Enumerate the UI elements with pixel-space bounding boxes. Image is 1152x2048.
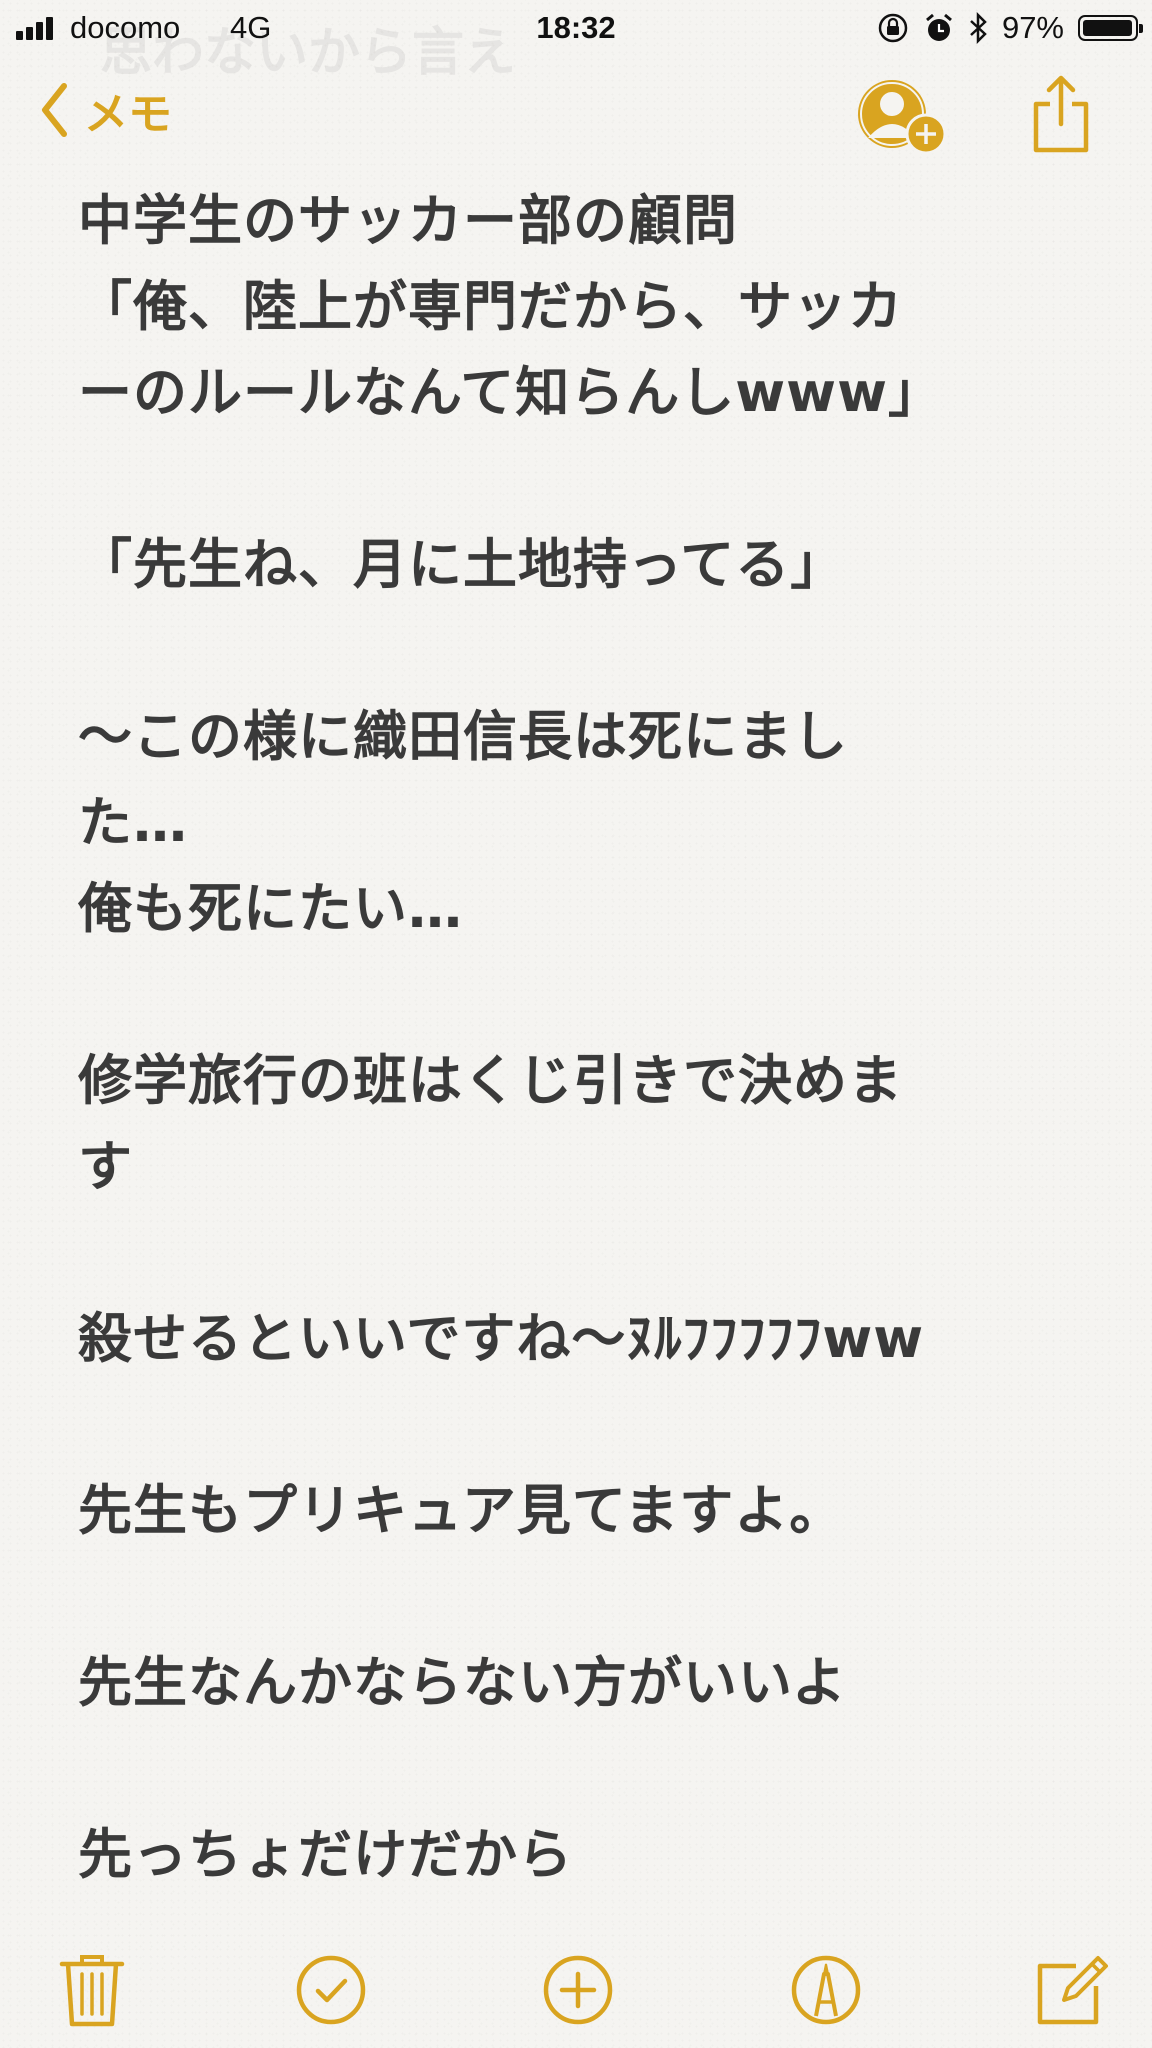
- note-line: 中学生のサッカー部の顧問: [78, 189, 738, 252]
- orientation-lock-icon: [878, 13, 908, 43]
- note-line: す: [78, 1135, 133, 1198]
- note-blank-line: [78, 1554, 1078, 1640]
- checklist-button[interactable]: [291, 1950, 371, 2030]
- note-blank-line: [78, 436, 1078, 522]
- share-button[interactable]: [1030, 74, 1092, 154]
- compose-button[interactable]: [1030, 1950, 1110, 2030]
- add-icon: [543, 1955, 613, 2025]
- compose-icon: [1037, 1956, 1108, 2025]
- note-text-area[interactable]: 中学生のサッカー部の顧問「俺、陸上が専門だから、サッカ ーのルールなんて知らんしw…: [78, 178, 1078, 1888]
- note-blank-line: [78, 608, 1078, 694]
- back-button-label: メモ: [84, 89, 172, 140]
- back-button[interactable]: メモ: [40, 78, 172, 142]
- note-blank-line: [78, 1726, 1078, 1812]
- note-line: 〜この様に織田信長は死にまし: [78, 705, 848, 768]
- navigation-bar: メモ: [0, 56, 1152, 166]
- bluetooth-icon: [970, 11, 987, 45]
- share-icon: [1033, 75, 1089, 153]
- trash-icon: [59, 1955, 125, 2027]
- note-line: た…: [78, 791, 188, 854]
- note-line: 俺も死にたい…: [78, 877, 463, 940]
- note-line: 修学旅行の班はくじ引きで決めま: [78, 1049, 903, 1112]
- alarm-icon: [925, 13, 952, 41]
- delete-button[interactable]: [52, 1950, 132, 2030]
- checklist-icon: [296, 1955, 366, 2025]
- status-indicators: 97%: [876, 8, 1143, 48]
- note-blank-line: [78, 952, 1078, 1038]
- battery-percent: 97%: [1001, 10, 1064, 45]
- note-line: 殺せるといいですね〜ﾇﾙﾌﾌﾌﾌﾌww: [78, 1307, 925, 1370]
- note-line: 「先生ね、月に土地持ってる」: [78, 533, 846, 596]
- chevron-left-icon: [42, 83, 67, 137]
- note-line: 先生なんかならない方がいいよ: [78, 1651, 847, 1714]
- add-button[interactable]: [538, 1950, 618, 2030]
- note-line: ーのルールなんて知らんしwww」: [78, 361, 943, 424]
- add-person-button[interactable]: [852, 76, 952, 158]
- note-blank-line: [78, 1210, 1078, 1296]
- markup-button[interactable]: [786, 1950, 866, 2030]
- add-person-icon: [858, 80, 947, 155]
- bottom-toolbar: [0, 1940, 1152, 2040]
- note-line: 先っちょだけだから: [78, 1823, 573, 1886]
- status-bar: docomo 4G 18:32 97%: [0, 0, 1152, 56]
- note-line: 「俺、陸上が専門だから、サッカ: [78, 275, 903, 338]
- note-blank-line: [78, 1382, 1078, 1468]
- note-line: 先生もプリキュア見てますよ。: [78, 1479, 845, 1542]
- markup-icon: [791, 1955, 861, 2025]
- battery-icon: [1078, 15, 1143, 41]
